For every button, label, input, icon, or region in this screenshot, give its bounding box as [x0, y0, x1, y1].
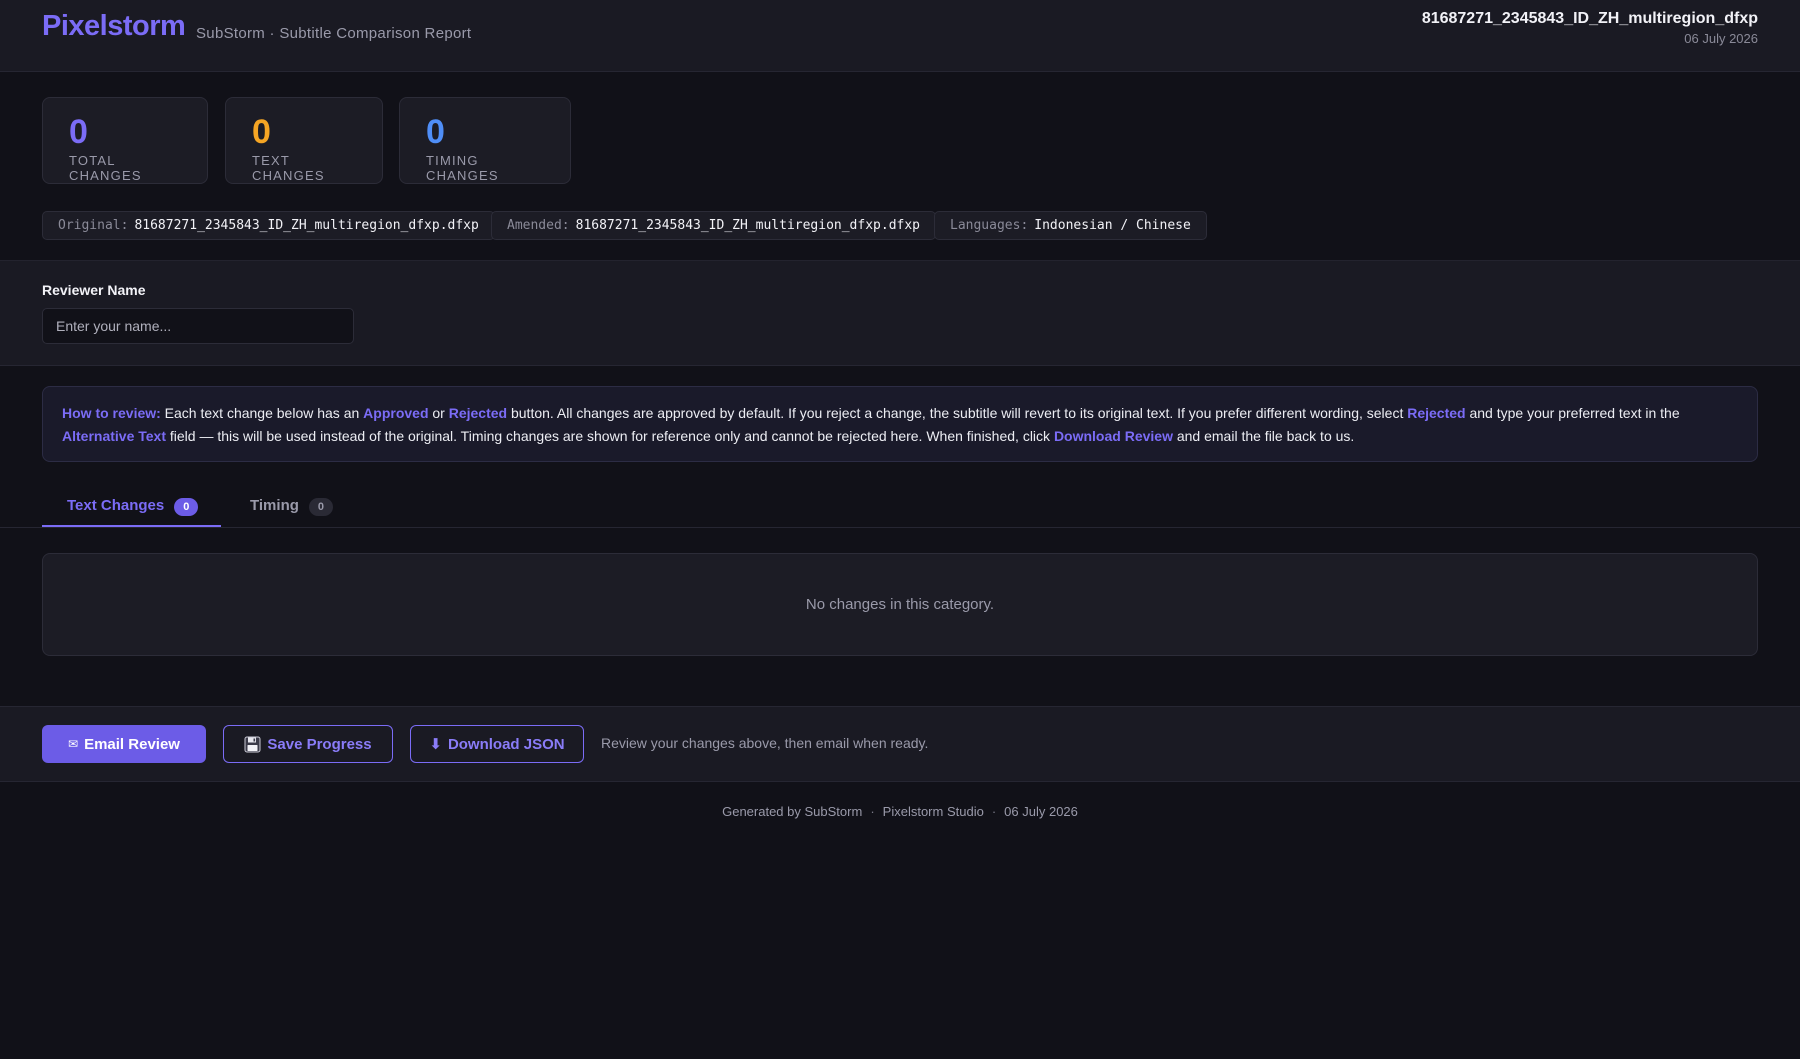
stat-text-changes: 0 TEXT CHANGES [225, 97, 383, 184]
instructions-rejected: Rejected [448, 405, 508, 421]
footer-generated: Generated by SubStorm [722, 804, 863, 819]
amended-label: Amended: [507, 218, 570, 233]
reviewer-name-label: Reviewer Name [42, 282, 146, 298]
languages-label: Languages: [950, 218, 1029, 233]
changes-panel: No changes in this category. [42, 553, 1758, 656]
action-note: Review your changes above, then email wh… [601, 735, 929, 751]
stat-text-value: 0 [252, 113, 271, 151]
amended-file-chip: Amended: 81687271_2345843_ID_ZH_multiregi… [491, 211, 936, 240]
report-file-title: 81687271_2345843_ID_ZH_multiregion_dfxp [1421, 10, 1758, 27]
instructions-text: button. All changes are approved by defa… [507, 405, 1408, 421]
instructions-text: Each text change below has an [160, 405, 364, 421]
instructions-text: and type your preferred text in the [1465, 405, 1680, 421]
report-date: 06 July 2026 [1684, 31, 1758, 46]
instructions-approved: Approved [363, 405, 429, 421]
page-footer: Generated by SubStorm · Pixelstorm Studio ·… [0, 804, 1800, 819]
floppy-disk-icon [244, 736, 261, 753]
original-value: 81687271_2345843_ID_ZH_multiregion_dfxp.… [134, 218, 479, 233]
amended-value: 81687271_2345843_ID_ZH_multiregion_dfxp.… [575, 218, 920, 233]
stat-text-label: TEXT CHANGES [252, 153, 325, 183]
tabs-divider [0, 527, 1800, 528]
reviewer-section: Reviewer Name [0, 260, 1800, 366]
report-subtitle: SubStorm · Subtitle Comparison Report [196, 25, 472, 42]
stat-timing-changes: 0 TIMING CHANGES [399, 97, 571, 184]
languages-chip: Languages: Indonesian / Chinese [934, 211, 1207, 240]
email-review-label: Email Review [84, 735, 180, 753]
download-json-button[interactable]: ⬇ Download JSON [410, 725, 584, 763]
tab-timing-count: 0 [308, 498, 333, 516]
stat-timing-value: 0 [426, 113, 445, 151]
footer-studio: Pixelstorm Studio [882, 804, 984, 819]
stat-total-value: 0 [69, 113, 88, 151]
envelope-icon: ✉ [68, 737, 79, 751]
page-header: Pixelstorm SubStorm · Subtitle Compariso… [0, 0, 1800, 72]
original-label: Original: [58, 218, 129, 233]
tab-text-changes-label: Text Changes [67, 497, 165, 514]
original-file-chip: Original: 81687271_2345843_ID_ZH_multireg… [42, 211, 495, 240]
stat-total-label: TOTAL CHANGES [69, 153, 142, 183]
footer-separator: · [991, 804, 997, 819]
instructions-heading: How to review: [62, 405, 161, 421]
review-instructions: How to review: Each text change below ha… [42, 386, 1758, 462]
save-progress-button[interactable]: Save Progress [223, 725, 393, 763]
instructions-text: field — this will be used instead of the… [166, 427, 1054, 444]
languages-value: Indonesian / Chinese [1034, 218, 1191, 233]
reviewer-name-input[interactable] [42, 308, 354, 344]
tab-timing[interactable]: Timing 0 [229, 490, 349, 528]
footer-date: 06 July 2026 [1004, 804, 1078, 819]
instructions-alternative-text: Alternative Text [62, 427, 166, 444]
tab-text-changes-count: 0 [174, 498, 199, 516]
instructions-rejected: Rejected [1407, 405, 1466, 421]
tab-text-changes[interactable]: Text Changes 0 [42, 490, 221, 528]
action-bar: ✉ Email Review Save Progress ⬇ Download … [0, 706, 1800, 782]
instructions-text: and email the file back to us. [1172, 427, 1355, 444]
instructions-text: or [428, 405, 449, 421]
footer-separator: · [870, 804, 875, 819]
save-progress-label: Save Progress [267, 735, 372, 753]
tab-timing-label: Timing [250, 497, 299, 514]
email-review-button[interactable]: ✉ Email Review [42, 725, 206, 763]
stat-total-changes: 0 TOTAL CHANGES [42, 97, 208, 184]
brand-logo: Pixelstorm [42, 10, 186, 42]
download-arrow-icon: ⬇ [429, 736, 442, 753]
stat-timing-label: TIMING CHANGES [426, 153, 499, 183]
empty-state-message: No changes in this category. [805, 596, 995, 613]
instructions-download-review: Download Review [1053, 427, 1173, 444]
download-json-label: Download JSON [447, 735, 565, 753]
